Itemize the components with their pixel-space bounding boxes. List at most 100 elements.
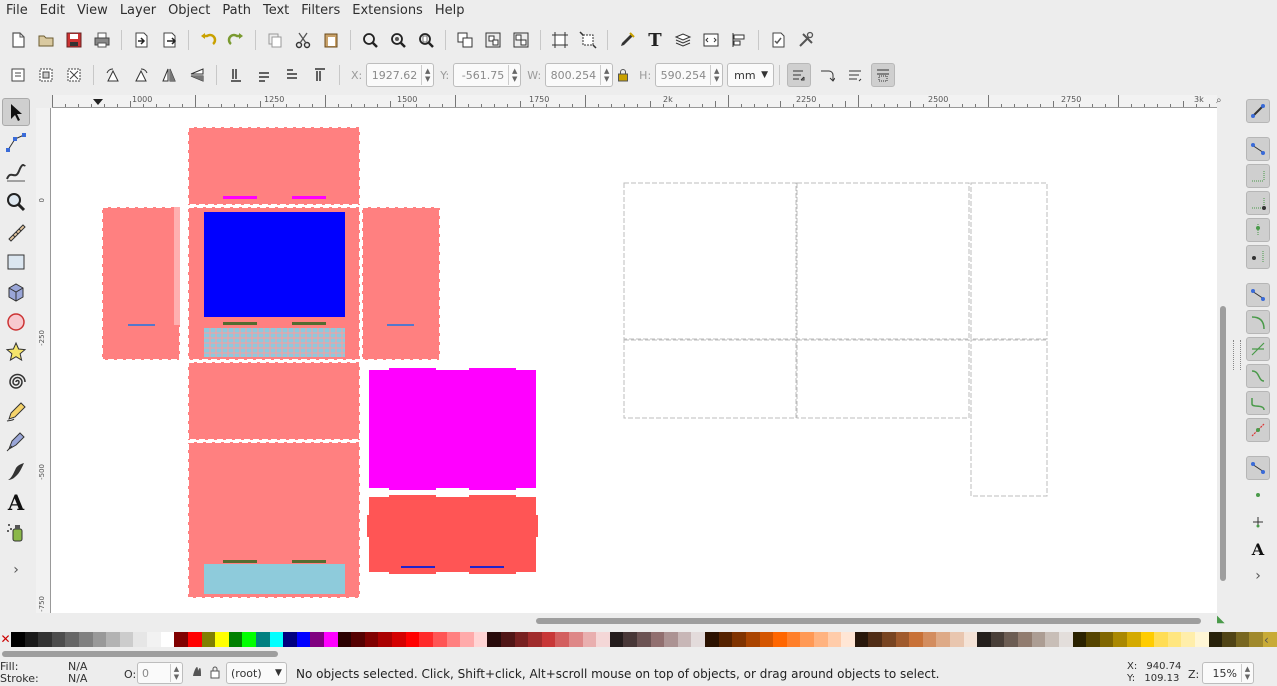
color-swatch[interactable] [514,632,529,647]
snap-midpoint-icon[interactable] [1246,418,1270,442]
color-swatch[interactable] [623,632,638,647]
color-swatch[interactable] [65,632,80,647]
color-swatch[interactable] [977,632,991,647]
color-swatch[interactable] [909,632,923,647]
snap-rotation-center-icon[interactable] [1246,510,1270,534]
color-swatch[interactable] [160,632,175,647]
horizontal-scrollbar[interactable] [51,614,1217,628]
raise-to-top-icon[interactable] [308,63,332,87]
rectangle-icon[interactable] [2,248,30,276]
flip-horizontal-icon[interactable] [157,63,181,87]
palette-scroll-thumb[interactable] [2,651,278,657]
color-swatch[interactable] [364,632,379,647]
scale-stroke-icon[interactable] [787,63,812,87]
color-swatch[interactable] [541,632,556,647]
rotate-cw-icon[interactable] [129,63,153,87]
color-swatch[interactable] [432,632,447,647]
color-swatch[interactable] [133,632,148,647]
menu-view[interactable]: View [71,0,114,22]
color-swatch[interactable] [841,632,855,647]
group-icon[interactable] [453,28,477,52]
color-swatch[interactable] [718,632,733,647]
expand-toolbox-icon[interactable]: › [2,556,30,584]
outline-piece[interactable] [623,182,797,340]
duplicate-icon[interactable] [263,28,287,52]
color-swatch[interactable] [1235,632,1250,647]
rotate-ccw-icon[interactable] [101,63,125,87]
color-swatch[interactable] [378,632,393,647]
color-swatch[interactable] [568,632,583,647]
color-swatch[interactable] [92,632,107,647]
menu-filters[interactable]: Filters [295,0,346,22]
layers-icon[interactable] [671,28,695,52]
color-swatch[interactable] [38,632,52,647]
color-swatch[interactable] [773,632,787,647]
zoom-drawing-icon[interactable] [386,28,410,52]
paste-icon[interactable] [319,28,343,52]
color-swatch[interactable] [1140,632,1155,647]
screen-cutout[interactable] [204,212,345,317]
unit-select[interactable]: mm ▼ [727,63,775,87]
snap-others-icon[interactable] [1246,456,1270,480]
color-swatch[interactable] [882,632,896,647]
zoom-icon[interactable] [2,188,30,216]
color-swatch[interactable] [283,632,297,647]
color-swatch[interactable] [24,632,39,647]
color-swatch[interactable] [922,632,937,647]
color-swatch[interactable] [786,632,801,647]
zoom-field[interactable]: 15% ▲ ▼ [1202,662,1254,684]
outline-piece[interactable] [970,182,1048,340]
open-icon[interactable] [34,28,58,52]
lower-icon[interactable] [252,63,276,87]
color-swatch[interactable] [1099,632,1114,647]
color-swatch[interactable] [405,632,420,647]
h-field[interactable]: 590.254 ▲ ▼ [655,63,724,87]
pen-icon[interactable] [2,428,30,456]
opacity-field[interactable]: 0 ▲ ▼ [137,662,183,684]
snap-cusp-icon[interactable] [1246,364,1270,388]
save-icon[interactable] [62,28,86,52]
snap-bbox-corner-icon[interactable] [1246,191,1270,215]
drawing-canvas[interactable] [51,108,1217,613]
color-swatch[interactable] [174,632,188,647]
menu-extensions[interactable]: Extensions [346,0,429,22]
snap-bbox-center-icon[interactable] [1246,245,1270,269]
horizontal-scroll-thumb[interactable] [536,618,1201,624]
y-field[interactable]: -561.75 ▲ ▼ [453,63,522,87]
snap-toggle-icon[interactable] [1246,99,1270,123]
color-swatch[interactable] [446,632,461,647]
bottom-cutout[interactable] [204,564,345,594]
snap-nodes-icon[interactable] [1246,283,1270,307]
color-swatch[interactable] [609,632,624,647]
snap-bbox-icon[interactable] [1246,137,1270,161]
color-swatch[interactable] [1208,632,1223,647]
preferences-icon[interactable] [794,28,818,52]
piece-magenta[interactable] [369,368,536,490]
color-managed-icon[interactable]: ◣ [1217,614,1229,628]
layer-select[interactable]: (root) ▼ [226,662,287,684]
x-field[interactable]: 1927.62 ▲ ▼ [366,63,435,87]
color-swatch[interactable] [337,632,352,647]
color-swatch[interactable] [854,632,869,647]
piece-left-side[interactable] [101,206,181,361]
ungroup-icon[interactable] [481,28,505,52]
vertical-scrollbar[interactable] [1217,108,1229,613]
color-swatch[interactable] [664,632,678,647]
cut-icon[interactable] [291,28,315,52]
pencil-icon[interactable] [2,398,30,426]
color-swatch[interactable] [147,632,161,647]
zoom-correction-icon[interactable]: ⌕ [1216,95,1230,107]
outline-piece[interactable] [623,339,797,419]
color-swatch[interactable] [936,632,951,647]
color-swatch[interactable] [296,632,311,647]
color-swatch[interactable] [1045,632,1059,647]
align-icon[interactable] [548,28,572,52]
node-icon[interactable] [2,128,30,156]
color-swatch[interactable] [1031,632,1046,647]
redo-icon[interactable] [224,28,248,52]
spiral-icon[interactable] [2,368,30,396]
selector-icon[interactable] [2,98,30,126]
color-swatch[interactable] [419,632,433,647]
spray-icon[interactable] [2,518,30,546]
undo-icon[interactable] [196,28,220,52]
